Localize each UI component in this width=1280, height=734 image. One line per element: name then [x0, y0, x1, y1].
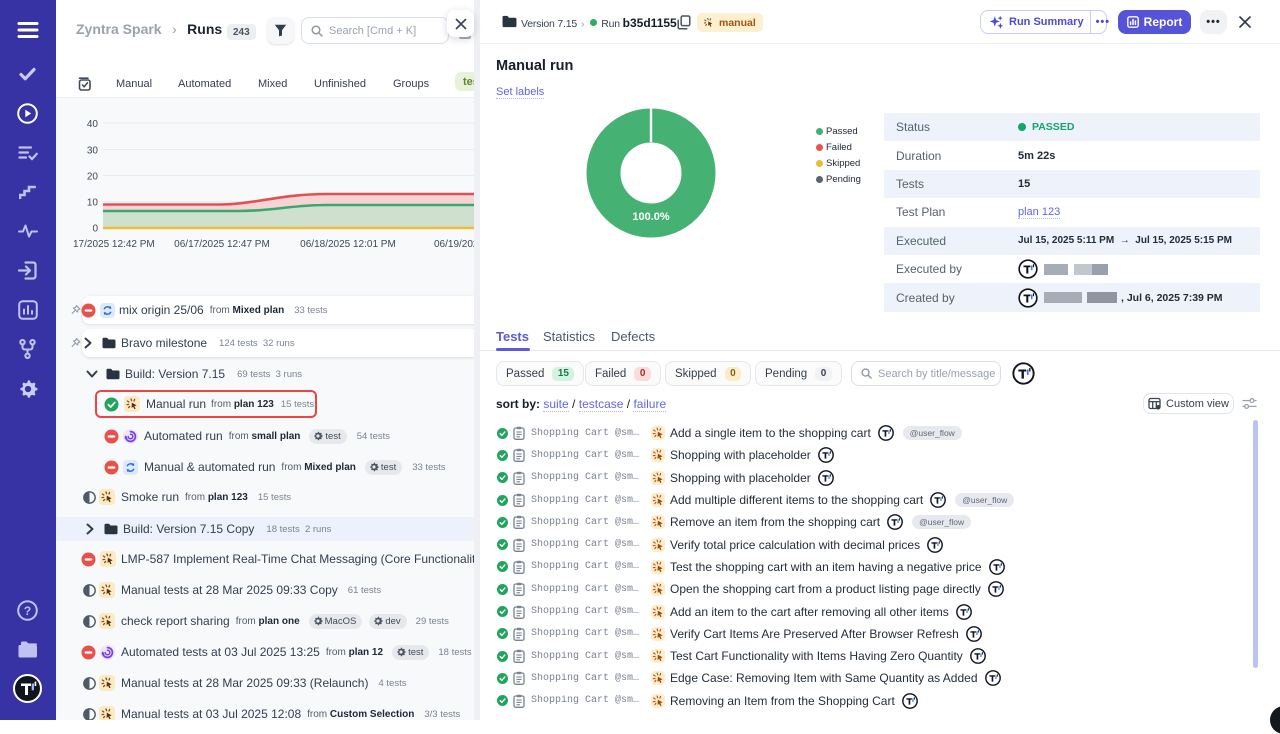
svg-text:30: 30	[87, 146, 99, 157]
svg-text:?: ?	[24, 604, 31, 618]
svg-text:0: 0	[92, 224, 98, 235]
svg-text:100.0%: 100.0%	[632, 211, 670, 223]
svg-text:10: 10	[87, 198, 99, 209]
svg-text:20: 20	[87, 172, 99, 183]
svg-text:40: 40	[87, 119, 99, 130]
svg-text:06/17/2025 12:47 PM: 06/17/2025 12:47 PM	[174, 239, 270, 250]
svg-text:06/19/2025: 06/19/2025	[434, 239, 474, 250]
svg-text:06/18/2025 12:01 PM: 06/18/2025 12:01 PM	[300, 239, 396, 250]
svg-text:17/2025 12:42 PM: 17/2025 12:42 PM	[73, 239, 155, 250]
